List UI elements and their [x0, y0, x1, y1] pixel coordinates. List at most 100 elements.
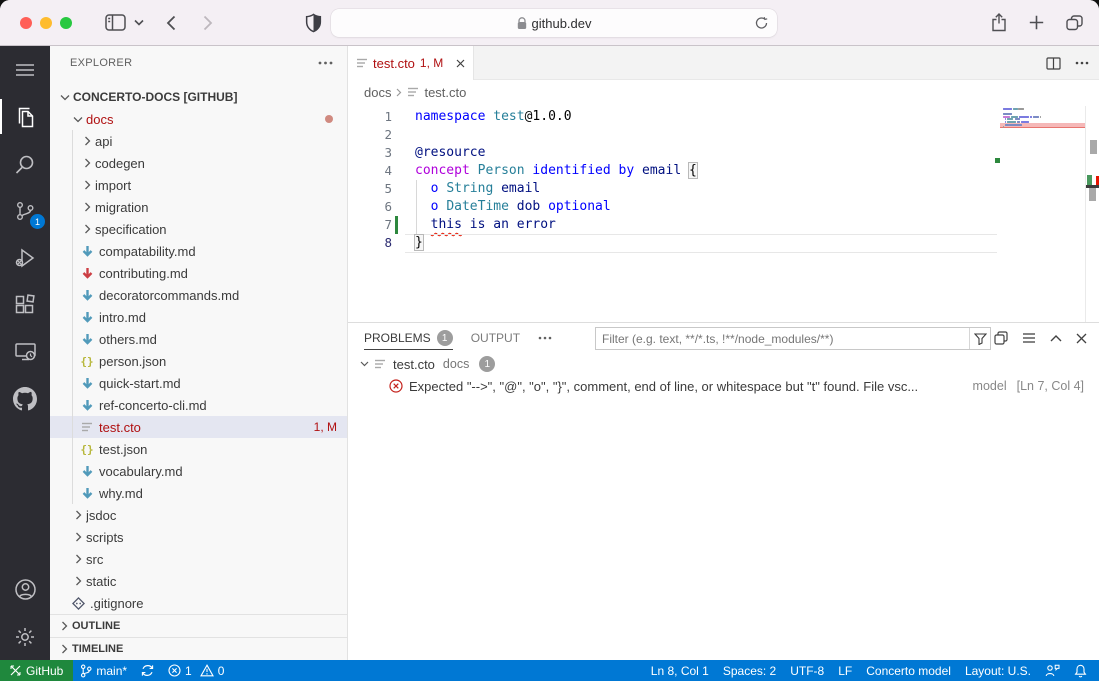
tree-item-api[interactable]: api [50, 130, 347, 152]
remote-explorer-icon [14, 341, 37, 362]
tree-item-person-json[interactable]: {}person.json [50, 350, 347, 372]
error-squiggle-token: this [431, 217, 462, 232]
remote-indicator[interactable]: GitHub [0, 660, 73, 681]
activity-run-and-debug[interactable] [0, 234, 50, 281]
activity-extensions[interactable] [0, 281, 50, 328]
tree-item-import[interactable]: import [50, 174, 347, 196]
current-line-border [405, 234, 997, 235]
tree-item-intro-md[interactable]: intro.md [50, 306, 347, 328]
tree-item-docs[interactable]: docs [50, 108, 347, 130]
breadcrumb-file[interactable]: test.cto [424, 85, 466, 100]
problems-indicator[interactable]: 1 0 [161, 660, 231, 681]
problems-file-row[interactable]: test.cto docs 1 [348, 353, 1099, 375]
menu-icon [16, 64, 34, 76]
minimap[interactable] [1000, 108, 1085, 168]
close-window-button[interactable] [20, 17, 32, 29]
activity-remote-explorer[interactable] [0, 328, 50, 375]
status-language-mode[interactable]: Concerto model [859, 660, 958, 681]
item-label: person.json [99, 354, 166, 369]
address-text: github.dev [532, 16, 592, 31]
reload-icon[interactable] [755, 16, 768, 30]
minimize-window-button[interactable] [40, 17, 52, 29]
tree-item-test-cto[interactable]: test.cto1, M [50, 416, 347, 438]
split-editor-icon[interactable] [1046, 57, 1061, 70]
line-number: 7 [348, 216, 392, 234]
problem-row[interactable]: Expected "-->", "@", "o", "}", comment, … [348, 375, 1099, 397]
activity-github[interactable] [0, 375, 50, 422]
feedback-indicator[interactable] [1038, 660, 1067, 681]
address-bar[interactable]: github.dev [331, 9, 777, 37]
errors-count: 1 [185, 664, 192, 678]
source-control-badge: 1 [30, 214, 45, 229]
activity-menu[interactable] [0, 46, 50, 93]
view-as-table-icon[interactable] [994, 331, 1008, 345]
tree-item-static[interactable]: static [50, 570, 347, 592]
sync-indicator[interactable] [134, 660, 161, 681]
tree-item-migration[interactable]: migration [50, 196, 347, 218]
code-editor[interactable]: 1namespace test@1.0.023@resource4concept… [348, 104, 1099, 322]
tree-item-scripts[interactable]: scripts [50, 526, 347, 548]
tree-item-quick-start-md[interactable]: quick-start.md [50, 372, 347, 394]
notifications-indicator[interactable] [1067, 660, 1091, 681]
tree-item-vocabulary-md[interactable]: vocabulary.md [50, 460, 347, 482]
tree-item-specification[interactable]: specification [50, 218, 347, 240]
tab-output[interactable]: OUTPUT [471, 323, 520, 353]
run-and-debug-icon [14, 247, 36, 269]
filter-funnel-icon[interactable] [969, 328, 990, 349]
status-indentation[interactable]: Spaces: 2 [716, 660, 783, 681]
json-file-icon: {} [79, 443, 95, 456]
problems-filter-input[interactable] [596, 332, 969, 346]
status-keyboard-layout[interactable]: Layout: U.S. [958, 660, 1038, 681]
item-label: api [95, 134, 112, 149]
close-panel-icon[interactable] [1076, 333, 1087, 344]
collapse-all-icon[interactable] [1022, 333, 1036, 343]
line-number: 8 [348, 234, 392, 252]
status-encoding[interactable]: UTF-8 [783, 660, 831, 681]
tree-item-why-md[interactable]: why.md [50, 482, 347, 504]
item-label: test.json [99, 442, 147, 457]
tree-item-src[interactable]: src [50, 548, 347, 570]
share-icon[interactable] [991, 13, 1007, 32]
tab-close-icon[interactable] [456, 59, 465, 68]
tabs-overview-icon[interactable] [1066, 15, 1083, 31]
editor-more-actions-icon[interactable] [1075, 61, 1089, 65]
sidebar-chevron-down-icon[interactable] [134, 19, 144, 26]
activity-explorer[interactable] [0, 93, 50, 140]
explorer-more-actions-icon[interactable] [318, 61, 333, 65]
activity-settings[interactable] [0, 613, 50, 660]
new-tab-icon[interactable] [1029, 15, 1044, 30]
tree-item-codegen[interactable]: codegen [50, 152, 347, 174]
activity-source-control[interactable]: 1 [0, 187, 50, 234]
tree-item-jsdoc[interactable]: jsdoc [50, 504, 347, 526]
maximize-panel-icon[interactable] [1050, 335, 1062, 342]
tree-item-decoratorcommands-md[interactable]: decoratorcommands.md [50, 284, 347, 306]
safari-sidebar-icon[interactable] [105, 14, 126, 31]
zoom-window-button[interactable] [60, 17, 72, 29]
tree-item--gitignore[interactable]: .gitignore [50, 592, 347, 614]
activity-accounts[interactable] [0, 566, 50, 613]
warnings-count: 0 [218, 664, 225, 678]
md-red-file-icon [79, 267, 95, 280]
chevron-right-icon [79, 136, 95, 146]
tree-item-compatability-md[interactable]: compatability.md [50, 240, 347, 262]
status-cursor-position[interactable]: Ln 8, Col 1 [644, 660, 716, 681]
privacy-shield-icon[interactable] [305, 13, 322, 33]
outline-section[interactable]: OUTLINE [50, 614, 347, 637]
tree-item-others-md[interactable]: others.md [50, 328, 347, 350]
back-icon[interactable] [166, 15, 176, 31]
tree-item-ref-concerto-cli-md[interactable]: ref-concerto-cli.md [50, 394, 347, 416]
tab-problems[interactable]: PROBLEMS 1 [364, 323, 453, 353]
panel-more-tabs-icon[interactable] [538, 336, 552, 340]
tree-item-test-json[interactable]: {} test.json [50, 438, 347, 460]
timeline-section[interactable]: TIMELINE [50, 637, 347, 660]
breadcrumb-folder[interactable]: docs [364, 85, 391, 100]
tree-root-folder[interactable]: CONCERTO-DOCS [GITHUB] [50, 86, 347, 108]
tab-test-cto[interactable]: test.cto 1, M [348, 46, 474, 80]
branch-indicator[interactable]: main* [73, 660, 134, 681]
forward-icon[interactable] [203, 15, 213, 31]
overview-ruler[interactable] [1085, 106, 1099, 322]
code-line-7: this is an error [415, 216, 556, 234]
tree-item-contributing-md[interactable]: contributing.md [50, 262, 347, 284]
activity-search[interactable] [0, 140, 50, 187]
status-eol[interactable]: LF [831, 660, 859, 681]
